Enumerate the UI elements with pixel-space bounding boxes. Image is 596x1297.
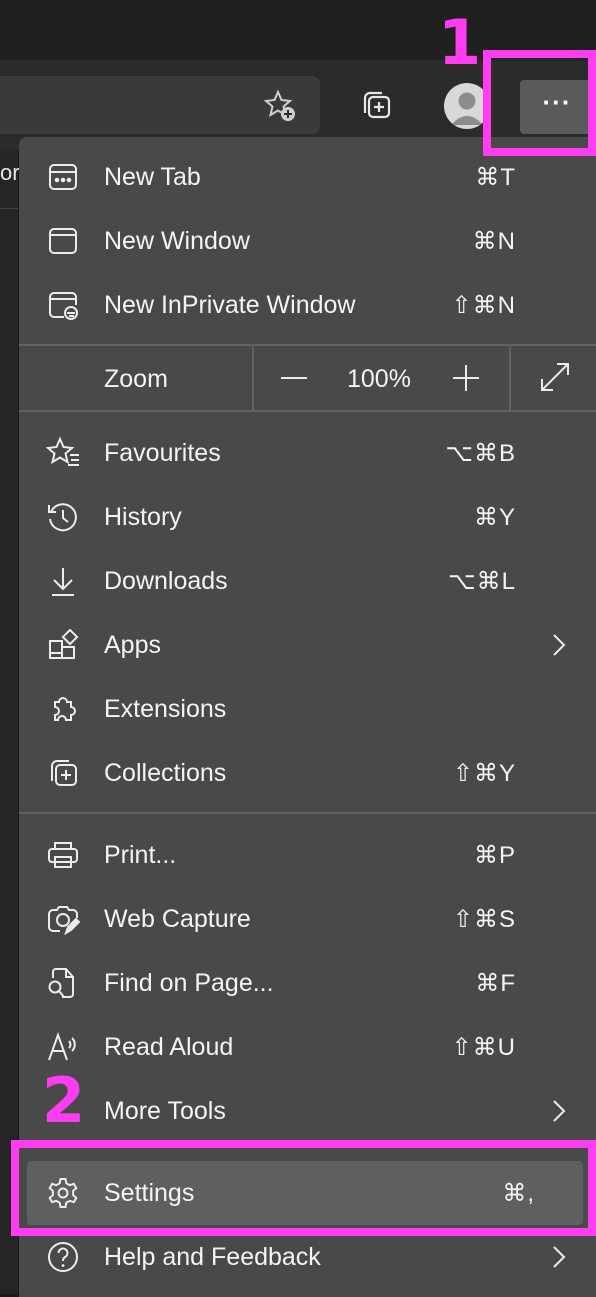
history-icon [45, 499, 81, 535]
collections-icon[interactable] [358, 88, 394, 124]
menu-item-label: Print... [104, 840, 177, 869]
find-on-page-icon [45, 965, 81, 1001]
menu-divider [19, 812, 596, 814]
menu-item-label: New Window [104, 226, 250, 255]
print-icon [45, 837, 81, 873]
menu-item-downloads[interactable]: Downloads ⌥⌘L [19, 549, 596, 613]
shortcut: ⌘P [473, 841, 516, 869]
extensions-icon [45, 691, 81, 727]
menu-item-label: History [104, 502, 182, 531]
menu-item-history[interactable]: History ⌘Y [19, 485, 596, 549]
new-tab-icon [45, 159, 81, 195]
shortcut: ⇧⌘S [452, 905, 516, 933]
menu-item-new-tab[interactable]: New Tab ⌘T [19, 145, 596, 209]
shortcut: ⌘Y [473, 503, 516, 531]
zoom-row: Zoom 100% [19, 347, 596, 411]
menu-item-label: New InPrivate Window [104, 290, 356, 319]
menu-item-find-on-page[interactable]: Find on Page... ⌘F [19, 951, 596, 1015]
shortcut: ⇧⌘U [451, 1033, 516, 1061]
more-button[interactable]: ··· [520, 80, 594, 134]
divider [0, 208, 18, 209]
settings-and-more-menu: New Tab ⌘T New Window ⌘N New InPrivate W… [19, 137, 596, 1297]
menu-item-label: Read Aloud [104, 1032, 234, 1061]
menu-item-help-and-feedback[interactable]: Help and Feedback [19, 1225, 596, 1289]
menu-item-label: New Tab [104, 162, 201, 191]
favourites-icon [45, 435, 81, 471]
shortcut: ⌘N [472, 227, 516, 255]
menu-item-favourites[interactable]: Favourites ⌥⌘B [19, 421, 596, 485]
window-icon [45, 223, 81, 259]
shortcut: ⌥⌘L [447, 567, 516, 595]
shortcut: ⇧⌘N [451, 291, 516, 319]
menu-item-new-window[interactable]: New Window ⌘N [19, 209, 596, 273]
menu-item-label: Find on Page... [104, 968, 274, 997]
gear-icon [45, 1175, 81, 1211]
zoom-out-button[interactable] [279, 363, 309, 393]
shortcut: ⌘T [475, 163, 516, 191]
divider [509, 347, 511, 411]
title-bar [0, 0, 596, 60]
menu-divider [19, 410, 596, 412]
collections-icon [45, 755, 81, 791]
shortcut: ⌘F [475, 969, 516, 997]
shortcut: ⌥⌘B [445, 439, 516, 467]
menu-divider [19, 344, 596, 346]
menu-item-label: Extensions [104, 694, 227, 723]
more-ellipsis-icon: ··· [542, 87, 572, 117]
chevron-right-icon [547, 631, 571, 659]
shortcut: ⌘, [502, 1179, 535, 1207]
tab-title-fragment: or [0, 160, 20, 185]
menu-item-new-inprivate-window[interactable]: New InPrivate Window ⇧⌘N [19, 273, 596, 337]
annotation-step-2: 2 [42, 1064, 86, 1137]
divider [252, 347, 254, 411]
menu-item-more-tools[interactable]: More Tools [19, 1079, 596, 1143]
menu-item-settings[interactable]: Settings ⌘, [27, 1161, 583, 1225]
menu-item-label: Help and Feedback [104, 1242, 321, 1271]
menu-item-collections[interactable]: Collections ⇧⌘Y [19, 741, 596, 805]
fullscreen-icon[interactable] [539, 361, 571, 393]
zoom-level: 100% [347, 365, 411, 393]
menu-item-web-capture[interactable]: Web Capture ⇧⌘S [19, 887, 596, 951]
chevron-right-icon [547, 1097, 571, 1125]
annotation-step-1: 1 [438, 6, 482, 79]
menu-item-label: Downloads [104, 566, 228, 595]
zoom-label: Zoom [104, 365, 168, 393]
favorite-add-icon[interactable] [262, 88, 298, 124]
download-icon [45, 563, 81, 599]
shortcut: ⇧⌘Y [452, 759, 516, 787]
profile-avatar-icon[interactable] [444, 83, 490, 129]
menu-item-label: More Tools [104, 1096, 226, 1125]
zoom-in-button[interactable] [451, 363, 481, 393]
menu-item-print[interactable]: Print... ⌘P [19, 823, 596, 887]
inprivate-window-icon [45, 287, 81, 323]
web-capture-icon [45, 901, 81, 937]
help-icon [45, 1239, 81, 1275]
menu-item-apps[interactable]: Apps [19, 613, 596, 677]
menu-item-label: Settings [104, 1178, 195, 1207]
page-content-edge [0, 150, 18, 1294]
menu-item-label: Collections [104, 758, 227, 787]
menu-item-label: Apps [104, 630, 161, 659]
menu-item-label: Web Capture [104, 904, 251, 933]
read-aloud-icon [45, 1029, 81, 1065]
chevron-right-icon [547, 1243, 571, 1271]
apps-icon [45, 627, 81, 663]
menu-item-extensions[interactable]: Extensions [19, 677, 596, 741]
menu-item-read-aloud[interactable]: Read Aloud ⇧⌘U [19, 1015, 596, 1079]
menu-item-label: Favourites [104, 438, 221, 467]
